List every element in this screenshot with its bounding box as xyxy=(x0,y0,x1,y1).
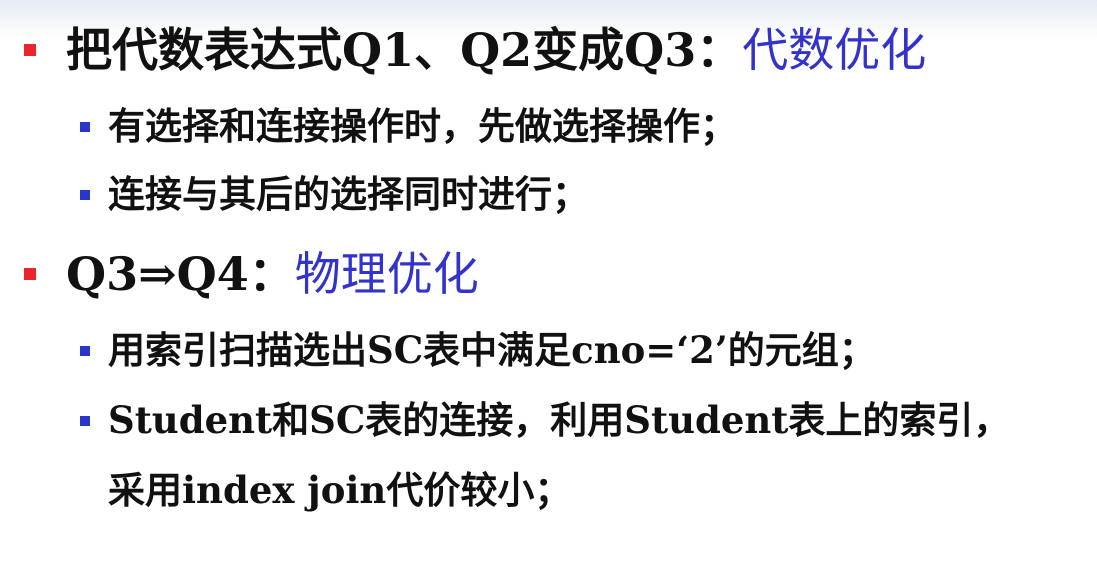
sub-bullet-select-first: 有选择和连接操作时，先做选择操作； xyxy=(108,104,737,148)
bullet-square-icon xyxy=(24,44,36,56)
highlight-physical-optimization: 物理优化 xyxy=(294,247,479,301)
highlight-algebra-optimization: 代数优化 xyxy=(742,23,927,77)
sub-bullet-square-icon xyxy=(80,346,90,356)
slide: 把代数表达式Q1、Q2变成Q3：代数优化 有选择和连接操作时，先做选择操作； 连… xyxy=(0,0,1097,561)
bullet-text: Q3⇒Q4： xyxy=(66,247,295,301)
sub-bullet-square-icon xyxy=(80,416,90,426)
sub-bullet-student-sc-join: Student和SC表的连接，利用Student表上的索引， xyxy=(108,398,1011,442)
sub-bullet-index-join-continuation: 采用index join代价较小； xyxy=(108,468,572,512)
sub-bullet-join-select-together: 连接与其后的选择同时进行； xyxy=(108,172,589,216)
sub-bullet-square-icon xyxy=(80,122,90,132)
bullet-algebra-opt: 把代数表达式Q1、Q2变成Q3：代数优化 xyxy=(66,20,926,80)
bullet-text: 把代数表达式Q1、Q2变成Q3： xyxy=(66,23,743,77)
bullet-square-icon xyxy=(24,268,36,280)
sub-bullet-square-icon xyxy=(80,190,90,200)
bullet-physical-opt: Q3⇒Q4：物理优化 xyxy=(66,244,479,304)
sub-bullet-index-scan: 用索引扫描选出SC表中满足cno=‘2’的元组； xyxy=(108,328,876,372)
